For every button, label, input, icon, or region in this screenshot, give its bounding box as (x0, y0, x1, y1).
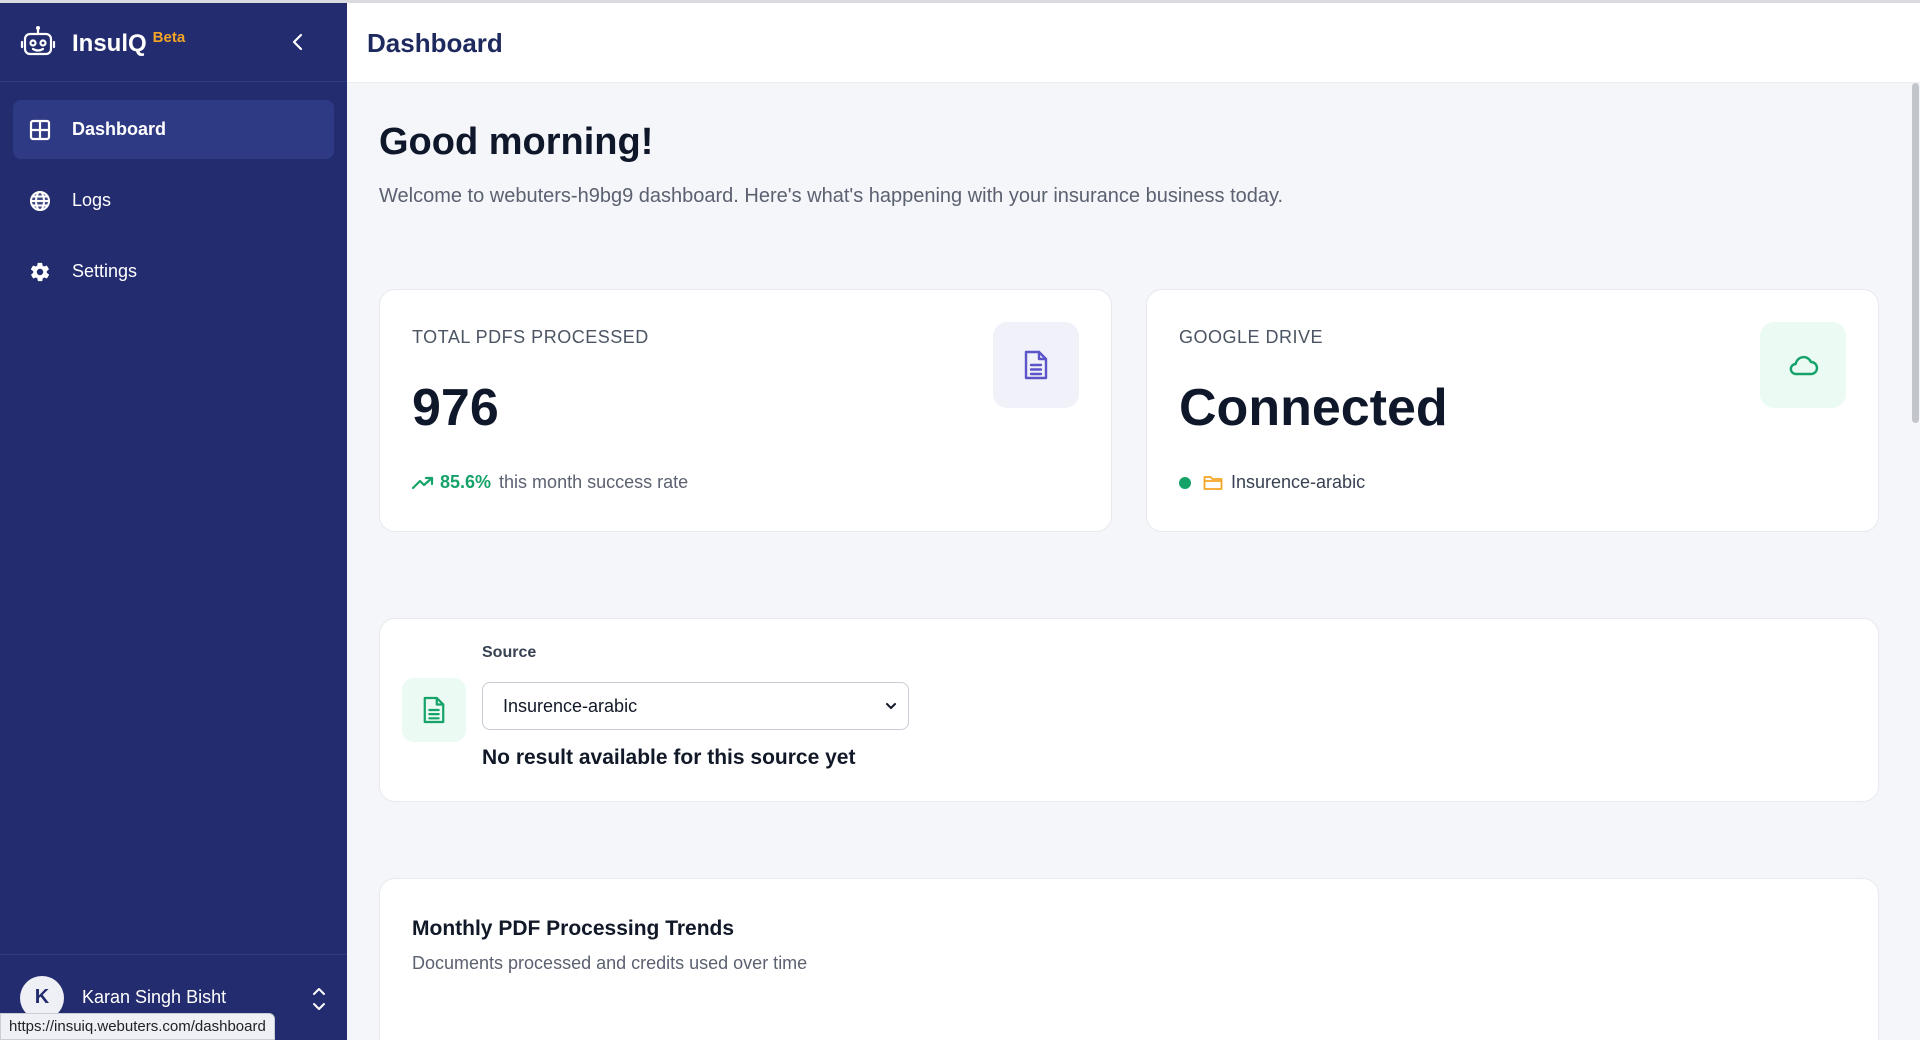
chevrons-up-down-icon (313, 988, 325, 1010)
top-header: Dashboard (347, 3, 1920, 83)
connected-status-dot (1179, 476, 1191, 489)
brand-name: InsulQ (72, 30, 147, 57)
beta-badge: Beta (152, 28, 186, 46)
source-select[interactable]: Insurence-arabic (482, 682, 909, 730)
globe-icon (28, 189, 52, 213)
document-icon (1024, 350, 1048, 380)
sidebar: InsulQ Beta Dashboard Logs Settings K Ka… (0, 3, 347, 1040)
window-top-border (0, 0, 1920, 3)
source-label: Source (482, 644, 537, 661)
main-content: Good morning! Welcome to webuters-h9bg9 … (347, 83, 1920, 1040)
sidebar-item-settings[interactable]: Settings (13, 242, 334, 301)
chevron-left-icon (292, 33, 303, 51)
source-empty-message: No result available for this source yet (482, 746, 856, 769)
main-scrollbar[interactable] (1911, 83, 1920, 1040)
sidebar-item-label: Settings (72, 261, 138, 281)
success-rate-row: 85.6% this month success rate (412, 472, 688, 493)
document-icon-box (993, 322, 1079, 408)
chevron-down-icon (886, 703, 896, 709)
stat-label: GOOGLE DRIVE (1179, 327, 1324, 347)
robot-logo-icon (20, 26, 56, 56)
folder-icon (1203, 476, 1223, 490)
greeting-heading: Good morning! (379, 121, 654, 163)
welcome-text: Welcome to webuters-h9bg9 dashboard. Her… (379, 185, 1284, 207)
scrollbar-thumb[interactable] (1912, 83, 1919, 423)
sidebar-nav: Dashboard Logs Settings (0, 82, 347, 331)
source-selected-value: Insurence-arabic (503, 695, 638, 716)
sidebar-item-label: Logs (72, 190, 112, 210)
status-bar-url: https://insuiq.webuters.com/dashboard (0, 1013, 275, 1040)
cloud-icon (1789, 355, 1819, 376)
success-rate-value: 85.6% (440, 472, 492, 492)
trends-title: Monthly PDF Processing Trends (412, 917, 735, 940)
gear-icon (28, 260, 52, 284)
pdfs-count: 976 (412, 379, 499, 437)
stat-label: TOTAL PDFS PROCESSED (412, 327, 649, 347)
user-name: Karan Singh Bisht (82, 987, 227, 1007)
drive-folder-name: Insurence-arabic (1231, 472, 1366, 492)
sidebar-item-dashboard[interactable]: Dashboard (13, 100, 334, 159)
cloud-icon-box (1760, 322, 1846, 408)
drive-folder-row: Insurence-arabic (1179, 472, 1365, 493)
drive-status: Connected (1179, 379, 1448, 437)
pdfs-processed-card: TOTAL PDFS PROCESSED 976 85.6% this mont… (379, 289, 1112, 532)
source-card: Source Insurence-arabic No result availa… (379, 618, 1879, 802)
brand: InsulQ Beta (0, 3, 347, 82)
trending-up-icon (412, 476, 434, 489)
page-title: Dashboard (367, 28, 503, 58)
trends-subtitle: Documents processed and credits used ove… (412, 953, 808, 973)
grid-icon (28, 118, 52, 142)
sidebar-item-logs[interactable]: Logs (13, 171, 334, 230)
document-icon (423, 696, 445, 724)
success-rate-text: this month success rate (499, 472, 689, 492)
source-document-icon-box (402, 678, 466, 742)
collapse-sidebar-button[interactable] (287, 31, 309, 53)
sidebar-item-label: Dashboard (72, 119, 167, 139)
google-drive-card: GOOGLE DRIVE Connected Insurence-arabic (1146, 289, 1879, 532)
monthly-trends-card: Monthly PDF Processing Trends Documents … (379, 878, 1879, 1040)
